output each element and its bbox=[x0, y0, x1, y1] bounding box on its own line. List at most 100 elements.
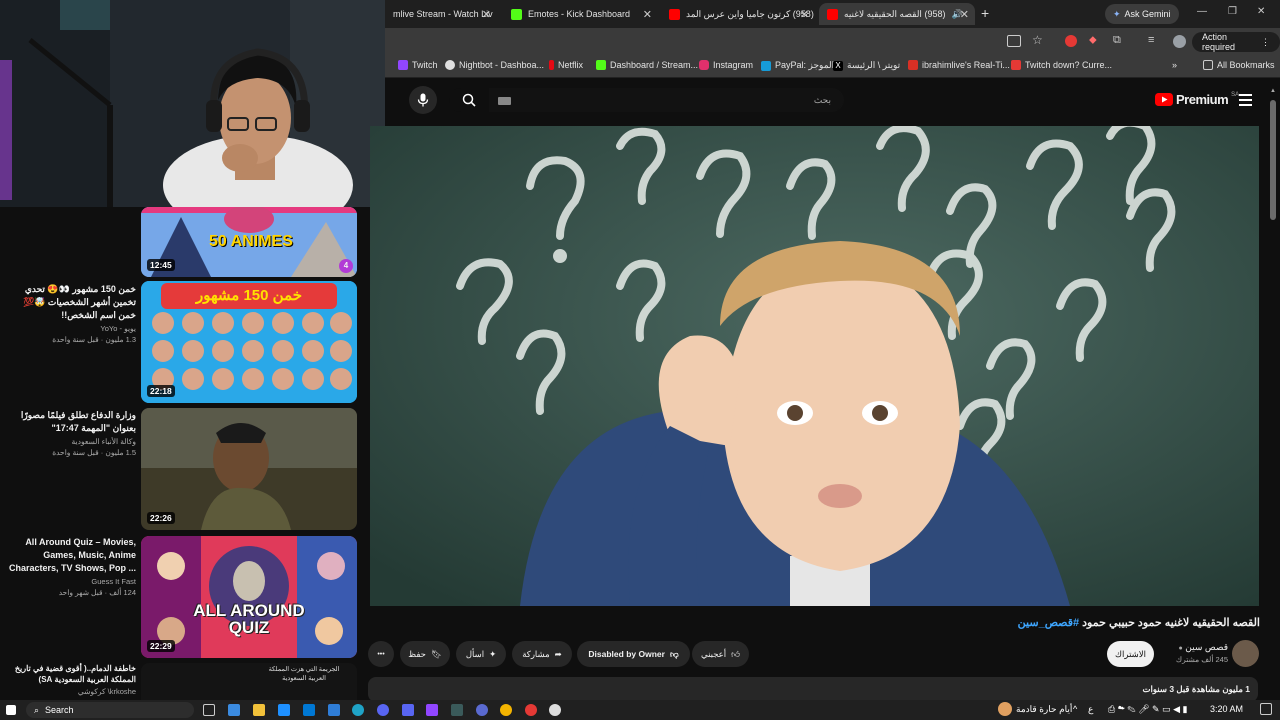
puzzle-icon[interactable]: ⧉ bbox=[1113, 34, 1121, 47]
kick-icon bbox=[596, 60, 606, 70]
recommended-video-thumbnail[interactable]: ALL AROUND QUIZ 22:29 bbox=[141, 536, 357, 658]
page-scrollbar[interactable]: ▲ bbox=[1270, 88, 1276, 648]
app-icon[interactable] bbox=[451, 704, 463, 716]
subscribe-button[interactable]: الاشتراك bbox=[1107, 641, 1154, 667]
recommended-video-info[interactable]: خاطفة الدمام..( أقوى قضية في تاريخ الممل… bbox=[8, 663, 136, 696]
app-icon[interactable] bbox=[525, 704, 537, 716]
region-label: SA bbox=[1231, 92, 1240, 98]
channel-name[interactable]: قصص سين bbox=[1185, 642, 1228, 652]
description-box[interactable]: 1 مليون مشاهدة قبل 3 سنوات bbox=[368, 677, 1258, 702]
instagram-icon bbox=[699, 60, 709, 70]
tab-youtube-active[interactable]: (958) القصه الحقيقيه لاغنيه 🔊 ✕ bbox=[819, 3, 975, 25]
recommended-video-thumbnail[interactable]: 22:26 bbox=[141, 408, 357, 530]
notification-icon[interactable] bbox=[1260, 703, 1272, 715]
chrome-icon[interactable] bbox=[500, 704, 512, 716]
channel-name[interactable]: krkoshe\ كركوشي bbox=[8, 687, 136, 696]
app-icon[interactable] bbox=[377, 704, 389, 716]
duration-badge: 22:18 bbox=[147, 385, 175, 397]
extension-icon[interactable] bbox=[1065, 35, 1077, 47]
all-bookmarks[interactable]: All Bookmarks bbox=[1203, 60, 1275, 70]
tray-icons[interactable]: ⎙ ☁ ✎ 🎤︎ ✎ ▭ ◀︎ ▮ bbox=[1108, 704, 1187, 715]
close-icon[interactable]: ✕ bbox=[482, 8, 491, 21]
app-icon[interactable] bbox=[476, 704, 488, 716]
star-icon[interactable]: ☆ bbox=[1032, 33, 1043, 47]
close-icon[interactable]: ✕ bbox=[643, 8, 652, 21]
close-icon[interactable]: ✕ bbox=[800, 8, 809, 21]
close-window-button[interactable]: ✕ bbox=[1257, 6, 1265, 17]
weather-label[interactable]: أيام حارة قادمة bbox=[1016, 704, 1072, 715]
ask-button[interactable]: اسأل ✦ bbox=[456, 641, 506, 667]
like-button[interactable]: أعجبني 👍︎ bbox=[692, 641, 749, 667]
app-icon[interactable] bbox=[328, 704, 340, 716]
outlook-icon[interactable] bbox=[303, 704, 315, 716]
recommended-video-title[interactable]: خاطفة الدمام..( أقوى قضية في تاريخ الممل… bbox=[8, 663, 136, 685]
ask-gemini-button[interactable]: ✦ Ask Gemini bbox=[1105, 4, 1179, 24]
bookmark-nightbot[interactable]: Nightbot - Dashboa... bbox=[445, 60, 544, 70]
extension-icon[interactable]: ⬥ bbox=[1089, 34, 1097, 47]
obs-icon[interactable] bbox=[549, 704, 561, 716]
youtube-premium-logo[interactable]: Premium SA bbox=[1155, 92, 1239, 107]
edge-icon[interactable] bbox=[352, 704, 364, 716]
recommended-video-info[interactable]: All Around Quiz – Movies, Games, Music, … bbox=[8, 536, 136, 597]
chevron-up-icon[interactable]: ^ bbox=[1073, 704, 1077, 714]
save-button[interactable]: حفظ 🔖︎ bbox=[400, 641, 450, 667]
language-indicator[interactable]: ع bbox=[1088, 704, 1093, 715]
recommended-video-thumbnail[interactable]: خمن 150 مشهور 22:18 bbox=[141, 281, 357, 403]
new-tab-button[interactable]: + bbox=[981, 5, 989, 21]
windows-start-icon[interactable] bbox=[6, 705, 16, 715]
recommended-video-info[interactable]: وزارة الدفاع تطلق فيلمًا مصورًا بعنوان "… bbox=[8, 409, 136, 457]
browser-tab-bar: mlive Stream - Watch Liv mlive Stream - … bbox=[385, 0, 1280, 28]
bookmark-netflix[interactable]: Netflix bbox=[549, 60, 583, 70]
more-actions-button[interactable]: ••• bbox=[368, 641, 394, 667]
search-button[interactable] bbox=[449, 88, 489, 112]
channel-info[interactable]: قصص سين ● 245 ألف مشترك bbox=[1160, 642, 1228, 664]
media-icon[interactable]: ≡ bbox=[1148, 34, 1154, 46]
bookmark-realtime[interactable]: ibrahimlive's Real-Ti... bbox=[908, 60, 1010, 70]
keyboard-icon[interactable] bbox=[498, 97, 511, 105]
maximize-button[interactable]: ❐ bbox=[1228, 6, 1237, 17]
copilot-icon[interactable] bbox=[228, 704, 240, 716]
channel-name[interactable]: Guess It Fast bbox=[8, 577, 136, 586]
bookmark-twitch[interactable]: Twitch bbox=[398, 60, 438, 70]
channel-avatar[interactable] bbox=[1232, 640, 1259, 667]
bookmark-twitter[interactable]: X تويتر \ الرئيسة bbox=[833, 60, 900, 71]
channel-name[interactable]: يويو - YoYo bbox=[8, 324, 136, 333]
bookmark-kick-dashboard[interactable]: Dashboard / Stream... bbox=[596, 60, 698, 70]
file-explorer-icon[interactable] bbox=[253, 704, 265, 716]
clock[interactable]: 3:20 AM bbox=[1210, 704, 1243, 714]
minimize-button[interactable]: — bbox=[1197, 6, 1207, 17]
share-button[interactable]: مشاركة ➦ bbox=[512, 641, 572, 667]
weather-icon[interactable] bbox=[998, 702, 1012, 716]
video-player[interactable] bbox=[370, 126, 1259, 606]
video-hashtag[interactable]: #قصص_سين bbox=[1018, 617, 1079, 629]
bookmark-instagram[interactable]: Instagram bbox=[699, 60, 753, 70]
discord-icon[interactable] bbox=[402, 704, 414, 716]
hamburger-menu-button[interactable] bbox=[1239, 94, 1252, 106]
search-input[interactable]: بحث bbox=[489, 88, 844, 112]
taskbar-search-box[interactable]: ⌕ Search bbox=[26, 702, 194, 718]
recommended-video-thumbnail[interactable]: 50 ANIMES 4 12:45 bbox=[141, 207, 357, 277]
recommended-video-title[interactable]: All Around Quiz – Movies, Games, Music, … bbox=[8, 536, 136, 575]
tab-kick-stream[interactable]: mlive Stream - Watch Liv mlive Stream - … bbox=[385, 3, 497, 25]
dislike-button[interactable]: Disabled by Owner 👎︎ bbox=[577, 641, 690, 667]
recommended-video-thumbnail[interactable]: الجريمة التي هزت المملكة العربية السعودي… bbox=[141, 663, 357, 700]
action-required-button[interactable]: Action required ⋮ bbox=[1192, 32, 1280, 52]
recommended-video-title[interactable]: وزارة الدفاع تطلق فيلمًا مصورًا بعنوان "… bbox=[8, 409, 136, 435]
app-icon[interactable] bbox=[278, 704, 290, 716]
tab-kick-emotes[interactable]: Emotes - Kick Dashboard ✕ bbox=[503, 3, 658, 25]
recommended-video-info[interactable]: خمن 150 مشهور 👀😍 تحدي تخمين أشهر الشخصيا… bbox=[8, 283, 136, 344]
recommended-video-title[interactable]: خمن 150 مشهور 👀😍 تحدي تخمين أشهر الشخصيا… bbox=[8, 283, 136, 322]
profile-avatar[interactable] bbox=[1173, 35, 1186, 48]
task-view-icon[interactable] bbox=[203, 704, 215, 716]
bookmarks-overflow[interactable]: » bbox=[1172, 60, 1177, 70]
voice-search-button[interactable] bbox=[409, 86, 437, 114]
tab-youtube-cartoon[interactable]: (958) كرتون جاميا واين عرس المد ✕ bbox=[661, 3, 815, 25]
bookmark-paypal[interactable]: PayPal: الموجز bbox=[761, 60, 834, 71]
channel-name[interactable]: وكالة الأنباء السعودية bbox=[8, 437, 136, 446]
bookmark-label: Dashboard / Stream... bbox=[610, 60, 699, 70]
video-title: القصه الحقيقيه لاغنيه حمود حبيبي حمود #ق… bbox=[900, 616, 1260, 629]
twitch-icon[interactable] bbox=[426, 704, 438, 716]
bookmark-twitch-down[interactable]: Twitch down? Curre... bbox=[1011, 60, 1112, 70]
close-icon[interactable]: ✕ bbox=[960, 8, 969, 21]
install-app-icon[interactable] bbox=[1007, 35, 1021, 47]
